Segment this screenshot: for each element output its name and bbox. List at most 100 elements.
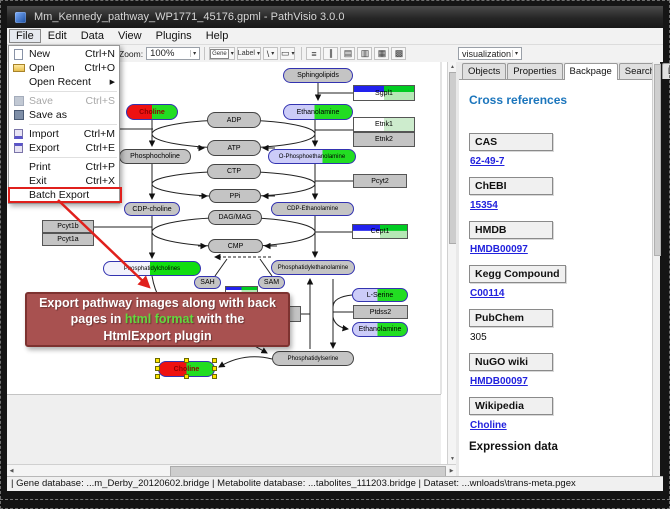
tab-objects[interactable]: Objects — [462, 63, 506, 79]
pathway-node-adp[interactable]: ADP — [207, 112, 261, 128]
add-label-button[interactable]: Label ▾ — [237, 47, 261, 60]
align-center-x-button[interactable]: ≡ — [306, 47, 321, 60]
import-icon — [12, 128, 25, 140]
menu-help[interactable]: Help — [199, 29, 236, 43]
pathway-node-dag-mag[interactable]: DAG/MAG — [208, 210, 262, 225]
scroll-left-icon[interactable]: ◀ — [7, 466, 16, 476]
crossrefs-heading: Cross references — [469, 93, 642, 107]
tab-backpage[interactable]: Backpage — [564, 63, 618, 80]
menu-item-import[interactable]: ImportCtrl+M — [9, 127, 119, 141]
pathway-node-choline[interactable]: Choline — [126, 104, 178, 120]
scroll-right-icon[interactable]: ▶ — [447, 466, 456, 476]
selection-handle[interactable] — [155, 374, 160, 379]
menu-item-save-as[interactable]: Save as — [9, 108, 119, 122]
new-file-icon — [12, 48, 25, 60]
title-bar[interactable]: Mm_Kennedy_pathway_WP1771_45176.gpml - P… — [7, 6, 663, 28]
crossref-link[interactable]: HMDB00097 — [470, 244, 528, 255]
pathway-node-sphingolipids[interactable]: Sphingolipids — [283, 68, 353, 83]
menu-item-open[interactable]: OpenCtrl+O — [9, 61, 119, 75]
align-center-y-button[interactable]: ∥ — [323, 47, 338, 60]
menu-data[interactable]: Data — [74, 29, 111, 43]
label-icon: Label — [238, 50, 255, 57]
pathway-node-pcyt1b[interactable]: Pcyt1b — [42, 220, 94, 233]
menu-item-save[interactable]: SaveCtrl+S — [9, 94, 119, 108]
zoom-label: Zoom: — [119, 49, 143, 59]
crossref-link[interactable]: 15354 — [470, 200, 498, 211]
menu-view[interactable]: View — [111, 29, 149, 43]
pathway-node-sah[interactable]: SAH — [194, 276, 221, 289]
menu-file[interactable]: File — [9, 29, 41, 43]
menu-item-open-recent[interactable]: Open Recent▶ — [9, 75, 119, 89]
align-left-button[interactable]: ▤ — [340, 47, 355, 60]
align-top-button[interactable]: ▥ — [357, 47, 372, 60]
annotation-highlight: html format — [125, 312, 194, 326]
pathway-node-atp[interactable]: ATP — [207, 140, 261, 156]
selection-handle[interactable] — [184, 358, 189, 363]
pathway-node-ctp[interactable]: CTP — [207, 164, 261, 179]
panel-vertical-scrollbar[interactable] — [652, 62, 660, 476]
canvas-horizontal-scrollbar[interactable]: ◀ ▶ — [7, 464, 456, 476]
annotation-line2: pages in html format with the — [27, 311, 288, 327]
menu-edit[interactable]: Edit — [41, 29, 74, 43]
menu-item-export[interactable]: ExportCtrl+E — [9, 141, 119, 155]
pathway-node-pcyt2[interactable]: Pcyt2 — [353, 174, 407, 188]
tab-properties[interactable]: Properties — [507, 63, 562, 79]
status-text: | Gene database: ...m_Derby_20120602.bri… — [11, 478, 576, 489]
pathway-node-etnk1[interactable]: Etnk1 — [353, 117, 415, 132]
selection-handle[interactable] — [155, 366, 160, 371]
add-line-button[interactable]: \ ▾ — [263, 47, 278, 60]
pathway-node-pcyt1a[interactable]: Pcyt1a — [42, 233, 94, 246]
crossref-section-chebi: ChEBI15354 — [469, 177, 642, 211]
tab-legend[interactable]: Legend — [662, 63, 670, 79]
menu-item-new[interactable]: NewCtrl+N — [9, 47, 119, 61]
canvas-vertical-scrollbar[interactable]: ▲ ▼ — [447, 62, 456, 464]
selection-handle[interactable] — [212, 374, 217, 379]
selection-handle[interactable] — [184, 374, 189, 379]
crossref-section-kegg-compound: Kegg CompoundC00114 — [469, 265, 642, 299]
pathway-node-cdp-choline[interactable]: CDP-choline — [124, 202, 180, 216]
line-icon: \ — [267, 49, 270, 59]
pathway-node-cmp[interactable]: CMP — [208, 239, 263, 253]
selection-handle[interactable] — [155, 358, 160, 363]
pathway-node-etnk2[interactable]: Etnk2 — [353, 132, 415, 147]
chevron-down-icon: ▾ — [271, 50, 274, 57]
stack-vertical-button[interactable]: ▦ — [374, 47, 389, 60]
menu-item-batch-export[interactable]: Batch Export — [9, 188, 119, 202]
pathway-node-cept1[interactable]: Cept1 — [352, 224, 408, 239]
pathway-node-phosphatidylserine[interactable]: Phosphatidylserine — [272, 351, 354, 366]
annotation-callout: Export pathway images along with back pa… — [25, 292, 290, 347]
crossref-link[interactable]: HMDB00097 — [470, 376, 528, 387]
save-as-icon — [12, 109, 25, 121]
pathway-node-ethanolamine[interactable]: Ethanolamine — [352, 322, 408, 337]
crossref-link[interactable]: Choline — [470, 420, 507, 431]
window-frame-bottom — [0, 491, 670, 509]
crossref-section-wikipedia: WikipediaCholine — [469, 397, 642, 431]
stack-horizontal-button[interactable]: ▩ — [391, 47, 406, 60]
add-gene-button[interactable]: Gene ▾ — [209, 47, 235, 60]
menu-plugins[interactable]: Plugins — [149, 29, 199, 43]
scrollbar-thumb[interactable] — [654, 64, 661, 256]
pathway-node-sam[interactable]: SAM — [258, 276, 285, 289]
crossref-section-hmdb: HMDBHMDB00097 — [469, 221, 642, 255]
pathway-node-ppi[interactable]: PPi — [209, 189, 261, 203]
crossref-link[interactable]: 62-49-7 — [470, 156, 504, 167]
crossref-section-nugo-wiki: NuGO wikiHMDB00097 — [469, 353, 642, 387]
crossref-value: 305 — [470, 332, 642, 343]
zoom-combobox[interactable]: 100% ▾ — [146, 47, 200, 60]
pathway-node-cdp-ethanolamine[interactable]: CDP-Ethanolamine — [271, 202, 354, 216]
crossref-link[interactable]: C00114 — [470, 288, 504, 299]
menu-item-print[interactable]: PrintCtrl+P — [9, 160, 119, 174]
pathway-node-phosphatidylcholines[interactable]: Phosphatidylcholines — [103, 261, 201, 276]
pathway-node-phosphatidylethanolamine[interactable]: Phosphatidylethanolamine — [271, 260, 355, 275]
selection-handle[interactable] — [212, 366, 217, 371]
pathway-node-ptdss2[interactable]: Ptdss2 — [353, 305, 408, 319]
pathway-node-l-serine[interactable]: L-Serine — [352, 288, 408, 302]
add-shape-button[interactable]: ▭ ▾ — [280, 47, 296, 60]
selection-handle[interactable] — [212, 358, 217, 363]
pathway-node-sgpl1[interactable]: Sgpl1 — [353, 85, 415, 101]
pathway-node-o-phosphoethanolamine[interactable]: O-Phosphoethanolamine — [268, 149, 356, 164]
menu-item-exit[interactable]: ExitCtrl+X — [9, 174, 119, 188]
pathway-node-ethanolamine[interactable]: Ethanolamine — [283, 104, 353, 120]
visualization-combobox[interactable]: visualization ▾ — [458, 47, 522, 60]
pathway-node-phosphocholine[interactable]: Phosphocholine — [119, 149, 191, 164]
